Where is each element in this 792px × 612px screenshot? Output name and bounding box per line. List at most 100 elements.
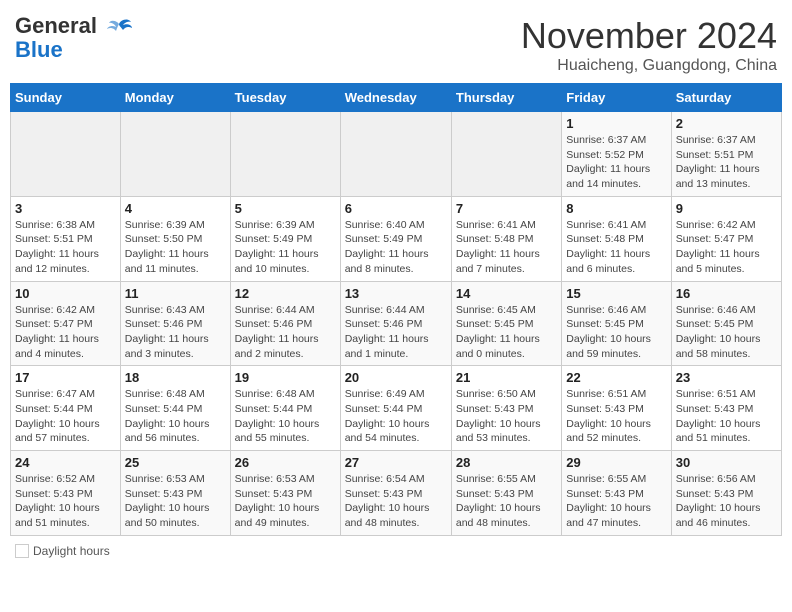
calendar-week-5: 24 Sunrise: 6:52 AM Sunset: 5:43 PM Dayli… <box>11 451 782 536</box>
calendar-cell: 19Sunrise: 6:48 AM Sunset: 5:44 PM Dayli… <box>230 366 340 451</box>
day-number: 6 <box>345 201 447 216</box>
day-info: Sunrise: 6:44 AM Sunset: 5:46 PM Dayligh… <box>345 303 447 362</box>
calendar-cell: 22Sunrise: 6:51 AM Sunset: 5:43 PM Dayli… <box>562 366 671 451</box>
logo: General Blue <box>15 15 133 62</box>
calendar-cell: 8 Sunrise: 6:41 AM Sunset: 5:48 PM Daylig… <box>562 196 671 281</box>
day-info: Sunrise: 6:52 AM Sunset: 5:43 PM Dayligh… <box>15 472 116 531</box>
day-number: 23 <box>676 370 777 385</box>
calendar-cell: 25 Sunrise: 6:53 AM Sunset: 5:43 PM Dayli… <box>120 451 230 536</box>
calendar-cell: 3 Sunrise: 6:38 AM Sunset: 5:51 PM Daylig… <box>11 196 121 281</box>
calendar-cell: 15Sunrise: 6:46 AM Sunset: 5:45 PM Dayli… <box>562 281 671 366</box>
day-info: Sunrise: 6:48 AM Sunset: 5:44 PM Dayligh… <box>125 387 226 446</box>
calendar-cell: 7Sunrise: 6:41 AM Sunset: 5:48 PM Daylig… <box>451 196 561 281</box>
calendar-cell: 18 Sunrise: 6:48 AM Sunset: 5:44 PM Dayli… <box>120 366 230 451</box>
calendar-dow-tuesday: Tuesday <box>230 84 340 112</box>
calendar-cell: 24 Sunrise: 6:52 AM Sunset: 5:43 PM Dayli… <box>11 451 121 536</box>
day-number: 27 <box>345 455 447 470</box>
day-number: 3 <box>15 201 116 216</box>
day-info: Sunrise: 6:42 AM Sunset: 5:47 PM Dayligh… <box>676 218 777 277</box>
calendar-dow-sunday: Sunday <box>11 84 121 112</box>
calendar-cell: 28 Sunrise: 6:55 AM Sunset: 5:43 PM Dayli… <box>451 451 561 536</box>
daylight-legend-box <box>15 544 29 558</box>
calendar-cell: 30 Sunrise: 6:56 AM Sunset: 5:43 PM Dayli… <box>671 451 781 536</box>
day-info: Sunrise: 6:45 AM Sunset: 5:45 PM Dayligh… <box>456 303 557 362</box>
day-info: Sunrise: 6:46 AM Sunset: 5:45 PM Dayligh… <box>676 303 777 362</box>
day-number: 4 <box>125 201 226 216</box>
calendar-cell: 16 Sunrise: 6:46 AM Sunset: 5:45 PM Dayli… <box>671 281 781 366</box>
day-info: Sunrise: 6:43 AM Sunset: 5:46 PM Dayligh… <box>125 303 226 362</box>
calendar-cell: 6 Sunrise: 6:40 AM Sunset: 5:49 PM Daylig… <box>340 196 451 281</box>
calendar-cell: 11 Sunrise: 6:43 AM Sunset: 5:46 PM Dayli… <box>120 281 230 366</box>
calendar-dow-thursday: Thursday <box>451 84 561 112</box>
day-info: Sunrise: 6:49 AM Sunset: 5:44 PM Dayligh… <box>345 387 447 446</box>
day-number: 13 <box>345 286 447 301</box>
calendar-cell: 26 Sunrise: 6:53 AM Sunset: 5:43 PM Dayli… <box>230 451 340 536</box>
day-number: 11 <box>125 286 226 301</box>
calendar-cell: 2Sunrise: 6:37 AM Sunset: 5:51 PM Daylig… <box>671 112 781 197</box>
calendar-dow-friday: Friday <box>562 84 671 112</box>
location-title: Huaicheng, Guangdong, China <box>521 57 777 75</box>
calendar-cell <box>230 112 340 197</box>
day-number: 12 <box>235 286 336 301</box>
calendar-cell: 12Sunrise: 6:44 AM Sunset: 5:46 PM Dayli… <box>230 281 340 366</box>
calendar-week-1: 1 Sunrise: 6:37 AM Sunset: 5:52 PM Daylig… <box>11 112 782 197</box>
day-number: 24 <box>15 455 116 470</box>
calendar-week-2: 3 Sunrise: 6:38 AM Sunset: 5:51 PM Daylig… <box>11 196 782 281</box>
day-number: 2 <box>676 116 777 131</box>
day-number: 18 <box>125 370 226 385</box>
calendar-cell: 29 Sunrise: 6:55 AM Sunset: 5:43 PM Dayli… <box>562 451 671 536</box>
day-info: Sunrise: 6:48 AM Sunset: 5:44 PM Dayligh… <box>235 387 336 446</box>
day-number: 26 <box>235 455 336 470</box>
calendar-cell: 14 Sunrise: 6:45 AM Sunset: 5:45 PM Dayli… <box>451 281 561 366</box>
day-number: 5 <box>235 201 336 216</box>
day-info: Sunrise: 6:38 AM Sunset: 5:51 PM Dayligh… <box>15 218 116 277</box>
calendar: SundayMondayTuesdayWednesdayThursdayFrid… <box>10 83 782 536</box>
calendar-cell <box>340 112 451 197</box>
calendar-cell: 20Sunrise: 6:49 AM Sunset: 5:44 PM Dayli… <box>340 366 451 451</box>
calendar-cell: 5 Sunrise: 6:39 AM Sunset: 5:49 PM Daylig… <box>230 196 340 281</box>
calendar-dow-wednesday: Wednesday <box>340 84 451 112</box>
calendar-dow-saturday: Saturday <box>671 84 781 112</box>
day-info: Sunrise: 6:50 AM Sunset: 5:43 PM Dayligh… <box>456 387 557 446</box>
calendar-week-3: 10Sunrise: 6:42 AM Sunset: 5:47 PM Dayli… <box>11 281 782 366</box>
day-info: Sunrise: 6:53 AM Sunset: 5:43 PM Dayligh… <box>125 472 226 531</box>
day-number: 1 <box>566 116 666 131</box>
logo-bird-icon <box>105 16 133 38</box>
day-number: 7 <box>456 201 557 216</box>
calendar-cell <box>120 112 230 197</box>
day-info: Sunrise: 6:55 AM Sunset: 5:43 PM Dayligh… <box>566 472 666 531</box>
day-info: Sunrise: 6:51 AM Sunset: 5:43 PM Dayligh… <box>566 387 666 446</box>
calendar-cell: 21 Sunrise: 6:50 AM Sunset: 5:43 PM Dayli… <box>451 366 561 451</box>
day-info: Sunrise: 6:39 AM Sunset: 5:49 PM Dayligh… <box>235 218 336 277</box>
calendar-cell <box>451 112 561 197</box>
day-info: Sunrise: 6:56 AM Sunset: 5:43 PM Dayligh… <box>676 472 777 531</box>
day-info: Sunrise: 6:40 AM Sunset: 5:49 PM Dayligh… <box>345 218 447 277</box>
day-info: Sunrise: 6:37 AM Sunset: 5:52 PM Dayligh… <box>566 133 666 192</box>
day-number: 30 <box>676 455 777 470</box>
month-title: November 2024 <box>521 15 777 57</box>
logo-blue: Blue <box>15 38 63 62</box>
calendar-cell: 23Sunrise: 6:51 AM Sunset: 5:43 PM Dayli… <box>671 366 781 451</box>
day-number: 28 <box>456 455 557 470</box>
calendar-cell <box>11 112 121 197</box>
day-info: Sunrise: 6:39 AM Sunset: 5:50 PM Dayligh… <box>125 218 226 277</box>
day-info: Sunrise: 6:42 AM Sunset: 5:47 PM Dayligh… <box>15 303 116 362</box>
daylight-legend-item: Daylight hours <box>15 544 110 558</box>
calendar-header-row: SundayMondayTuesdayWednesdayThursdayFrid… <box>11 84 782 112</box>
day-number: 21 <box>456 370 557 385</box>
calendar-cell: 4 Sunrise: 6:39 AM Sunset: 5:50 PM Daylig… <box>120 196 230 281</box>
day-number: 17 <box>15 370 116 385</box>
calendar-dow-monday: Monday <box>120 84 230 112</box>
day-number: 25 <box>125 455 226 470</box>
calendar-cell: 10Sunrise: 6:42 AM Sunset: 5:47 PM Dayli… <box>11 281 121 366</box>
calendar-week-4: 17Sunrise: 6:47 AM Sunset: 5:44 PM Dayli… <box>11 366 782 451</box>
day-number: 14 <box>456 286 557 301</box>
day-number: 29 <box>566 455 666 470</box>
legend: Daylight hours <box>10 544 782 561</box>
day-info: Sunrise: 6:41 AM Sunset: 5:48 PM Dayligh… <box>566 218 666 277</box>
day-info: Sunrise: 6:55 AM Sunset: 5:43 PM Dayligh… <box>456 472 557 531</box>
day-info: Sunrise: 6:53 AM Sunset: 5:43 PM Dayligh… <box>235 472 336 531</box>
day-number: 8 <box>566 201 666 216</box>
day-number: 16 <box>676 286 777 301</box>
calendar-cell: 1 Sunrise: 6:37 AM Sunset: 5:52 PM Daylig… <box>562 112 671 197</box>
